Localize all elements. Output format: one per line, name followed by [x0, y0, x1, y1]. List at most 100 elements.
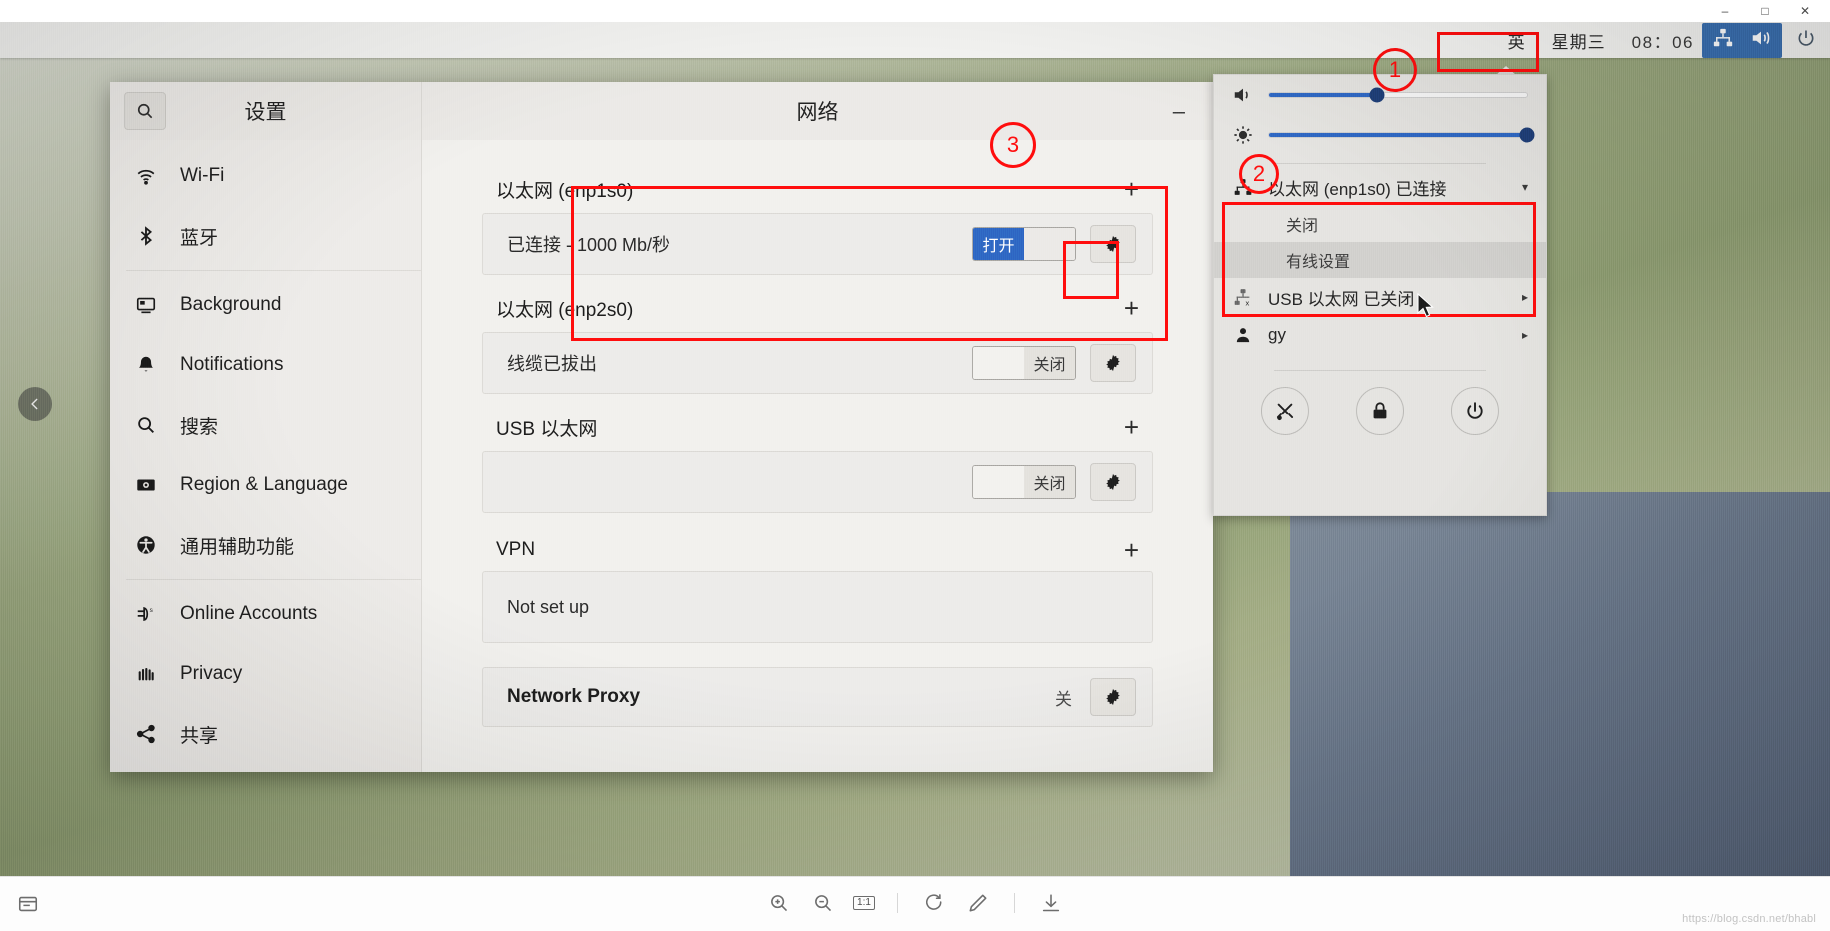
brightness-slider[interactable] [1268, 127, 1535, 143]
add-connection-button[interactable]: + [1124, 176, 1145, 202]
vpn-row: Not set up [482, 571, 1153, 643]
input-method-indicator[interactable]: 英 [1508, 28, 1526, 53]
gear-icon[interactable] [1090, 344, 1136, 382]
toggle-on-label [973, 347, 1024, 379]
rotate-icon[interactable] [920, 889, 948, 917]
sysmenu-subitem-wired-settings[interactable]: 有线设置 [1214, 242, 1546, 278]
wallpaper-block [1290, 492, 1830, 876]
brightness-slider-fill [1269, 133, 1527, 137]
volume-slider[interactable] [1268, 87, 1528, 103]
lock-icon[interactable] [1355, 387, 1404, 435]
power-icon[interactable] [1450, 387, 1499, 435]
sidebar-item-label: 通用辅助功能 [180, 536, 295, 558]
clock-label[interactable]: 08：06 [1632, 28, 1694, 53]
settings-headerbar: 设置 网络 – [110, 82, 1213, 140]
zoom-out-icon[interactable] [809, 889, 837, 917]
system-menu-popover: 以太网 (enp1s0) 已连接 ▾ 关闭 有线设置 x USB 以太网 已关闭… [1213, 74, 1547, 516]
watermark-text: https://blog.csdn.net/bhabl [1682, 913, 1816, 925]
previous-image-button[interactable] [18, 387, 52, 421]
download-icon[interactable] [1037, 889, 1065, 917]
section-title: USB 以太网 [496, 419, 598, 440]
section-header-enp2s0: 以太网 (enp2s0) + [482, 289, 1153, 332]
sidebar-item-label: Privacy [180, 663, 243, 684]
share-icon [134, 723, 158, 745]
network-panel: 以太网 (enp1s0) + 已连接 - 1000 Mb/秒 打开 以太网 (e… [422, 140, 1213, 772]
sysmenu-subitem-turn-off[interactable]: 关闭 [1214, 206, 1546, 242]
bell-icon [134, 354, 158, 376]
sidebar-item-notifications[interactable]: Notifications [110, 335, 421, 395]
gear-icon[interactable] [1090, 678, 1136, 716]
viewer-toolbar: 1:1 https://blog.csdn.net/bhabl [0, 876, 1830, 931]
chevron-right-icon[interactable]: ▸ [1522, 328, 1528, 342]
sidebar-item-region-language[interactable]: Region & Language [110, 455, 421, 515]
section-title: 以太网 (enp1s0) [496, 181, 634, 202]
sysmenu-item-label: gy [1268, 325, 1286, 344]
chevron-right-icon[interactable]: ▸ [1522, 290, 1528, 304]
chevron-down-icon[interactable]: ▾ [1522, 180, 1528, 194]
sidebar-item-wifi[interactable]: Wi-Fi [110, 146, 421, 206]
connection-toggle-enp1s0[interactable]: 打开 [972, 227, 1076, 261]
network-proxy-label: Network Proxy [507, 686, 641, 707]
gear-icon[interactable] [1090, 463, 1136, 501]
connection-row-enp1s0: 已连接 - 1000 Mb/秒 打开 [482, 213, 1153, 275]
power-icon[interactable] [1796, 28, 1816, 53]
section-header-usb-ethernet: USB 以太网 + [482, 408, 1153, 451]
volume-slider-knob[interactable] [1369, 87, 1385, 103]
vpn-status: Not set up [507, 596, 590, 617]
viewer-canvas: 英 星期三 08：06 设置 网络 – Wi-Fi 蓝牙 Background … [0, 22, 1830, 876]
viewer-toolbar-buttons: 1:1 [0, 889, 1830, 917]
toggle-on-label [973, 466, 1024, 498]
sysmenu-subitem-label: 有线设置 [1286, 254, 1351, 271]
network-wired-icon [1232, 177, 1254, 197]
sysmenu-subitem-label: 关闭 [1286, 218, 1319, 235]
menu-divider [1274, 163, 1486, 164]
volume-icon[interactable] [1750, 27, 1772, 54]
add-connection-button[interactable]: + [1124, 295, 1145, 321]
gear-icon[interactable] [1090, 225, 1136, 263]
tools-icon[interactable] [1261, 387, 1310, 435]
network-proxy-state: 关 [1055, 689, 1072, 709]
sidebar-item-accessibility[interactable]: 通用辅助功能 [110, 515, 421, 575]
zoom-ratio-button[interactable]: 1:1 [853, 895, 875, 911]
sysmenu-item-label: 以太网 (enp1s0) 已连接 [1268, 179, 1447, 199]
zoom-in-icon[interactable] [765, 889, 793, 917]
sysmenu-item-user[interactable]: gy ▸ [1214, 316, 1546, 354]
sidebar-item-online-accounts[interactable]: s Online Accounts [110, 584, 421, 644]
search-icon[interactable] [124, 92, 166, 130]
sysmenu-item-ethernet[interactable]: 以太网 (enp1s0) 已连接 ▾ [1214, 168, 1546, 206]
brightness-slider-row[interactable] [1214, 115, 1546, 155]
accessibility-icon [134, 534, 158, 556]
online-accounts-icon: s [134, 603, 158, 625]
brightness-slider-knob[interactable] [1519, 127, 1535, 143]
sysmenu-item-label: USB 以太网 已关闭 [1268, 289, 1415, 309]
volume-slider-row[interactable] [1214, 75, 1546, 115]
connection-row-usb-ethernet: 关闭 [482, 451, 1153, 513]
system-indicators[interactable] [1702, 22, 1782, 58]
add-connection-button[interactable]: + [1124, 414, 1145, 440]
viewer-maximize-button[interactable]: □ [1758, 5, 1772, 17]
network-wired-icon[interactable] [1712, 27, 1734, 54]
settings-minimize-button[interactable]: – [1173, 100, 1185, 122]
settings-sidebar: Wi-Fi 蓝牙 Background Notifications 搜索 Reg… [110, 140, 422, 772]
add-vpn-button[interactable]: + [1124, 537, 1145, 563]
toggle-off-label: 关闭 [1024, 466, 1075, 498]
viewer-minimize-button[interactable]: – [1718, 5, 1732, 17]
connection-toggle-enp2s0[interactable]: 关闭 [972, 346, 1076, 380]
sidebar-item-privacy[interactable]: Privacy [110, 644, 421, 704]
viewer-close-button[interactable]: ✕ [1798, 5, 1812, 17]
panel-title: 网络 [796, 101, 839, 124]
volume-slider-fill [1269, 93, 1378, 97]
settings-window: 设置 网络 – Wi-Fi 蓝牙 Background Notification… [110, 82, 1213, 772]
sidebar-item-background[interactable]: Background [110, 275, 421, 335]
weekday-label: 星期三 [1551, 32, 1606, 52]
sidebar-item-bluetooth[interactable]: 蓝牙 [110, 206, 421, 266]
region-icon [134, 474, 158, 496]
sysmenu-item-usb-ethernet[interactable]: x USB 以太网 已关闭 ▸ [1214, 278, 1546, 316]
connection-toggle-usb[interactable]: 关闭 [972, 465, 1076, 499]
section-title: VPN [496, 539, 536, 560]
sidebar-item-label: 蓝牙 [180, 227, 219, 249]
pencil-icon[interactable] [964, 889, 992, 917]
sidebar-item-search[interactable]: 搜索 [110, 395, 421, 455]
network-proxy-row: Network Proxy 关 [482, 667, 1153, 727]
sidebar-item-sharing[interactable]: 共享 [110, 704, 421, 764]
